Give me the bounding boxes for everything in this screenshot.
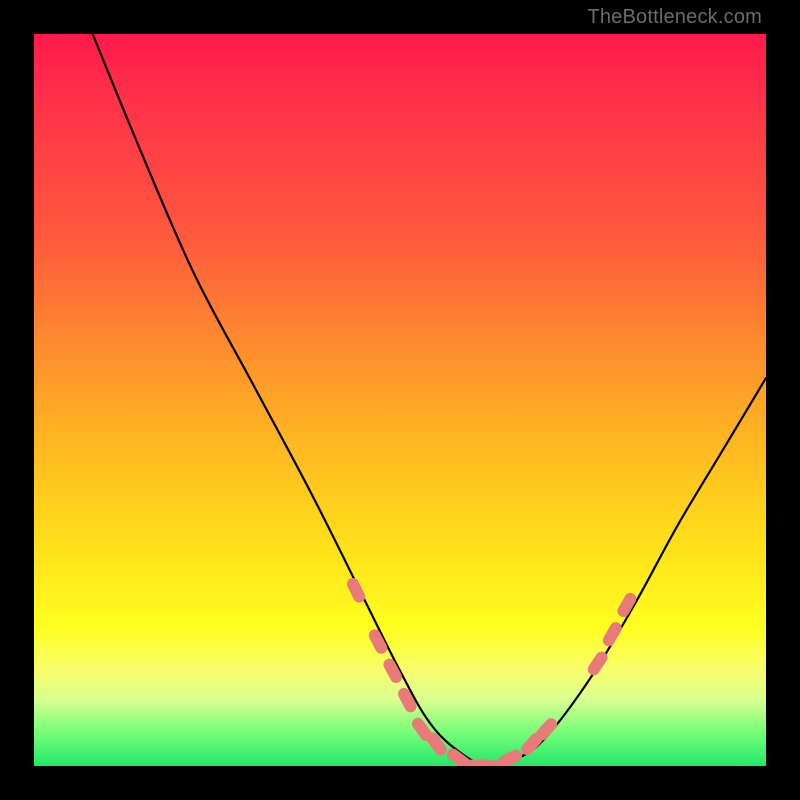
- watermark-text: TheBottleneck.com: [587, 6, 762, 29]
- highlight-marker: [519, 730, 545, 757]
- highlight-marker: [601, 620, 624, 649]
- highlight-marker: [410, 715, 435, 743]
- highlight-marker: [367, 627, 390, 656]
- chart-frame: TheBottleneck.com: [0, 0, 800, 800]
- highlight-marker: [381, 657, 404, 686]
- highlight-markers: [345, 576, 639, 766]
- highlight-marker: [474, 758, 501, 766]
- highlight-marker: [585, 649, 609, 677]
- highlight-marker: [345, 576, 367, 605]
- highlight-marker: [396, 686, 419, 715]
- highlight-marker: [533, 716, 559, 743]
- highlight-marker: [460, 758, 487, 766]
- highlight-marker: [495, 748, 524, 766]
- highlight-marker: [424, 730, 449, 758]
- curve-layer: [34, 34, 766, 766]
- highlight-marker: [445, 746, 473, 766]
- bottleneck-curve: [93, 34, 766, 766]
- plot-area: [34, 34, 766, 766]
- highlight-marker: [615, 591, 638, 620]
- bottleneck-curve-path: [93, 34, 766, 766]
